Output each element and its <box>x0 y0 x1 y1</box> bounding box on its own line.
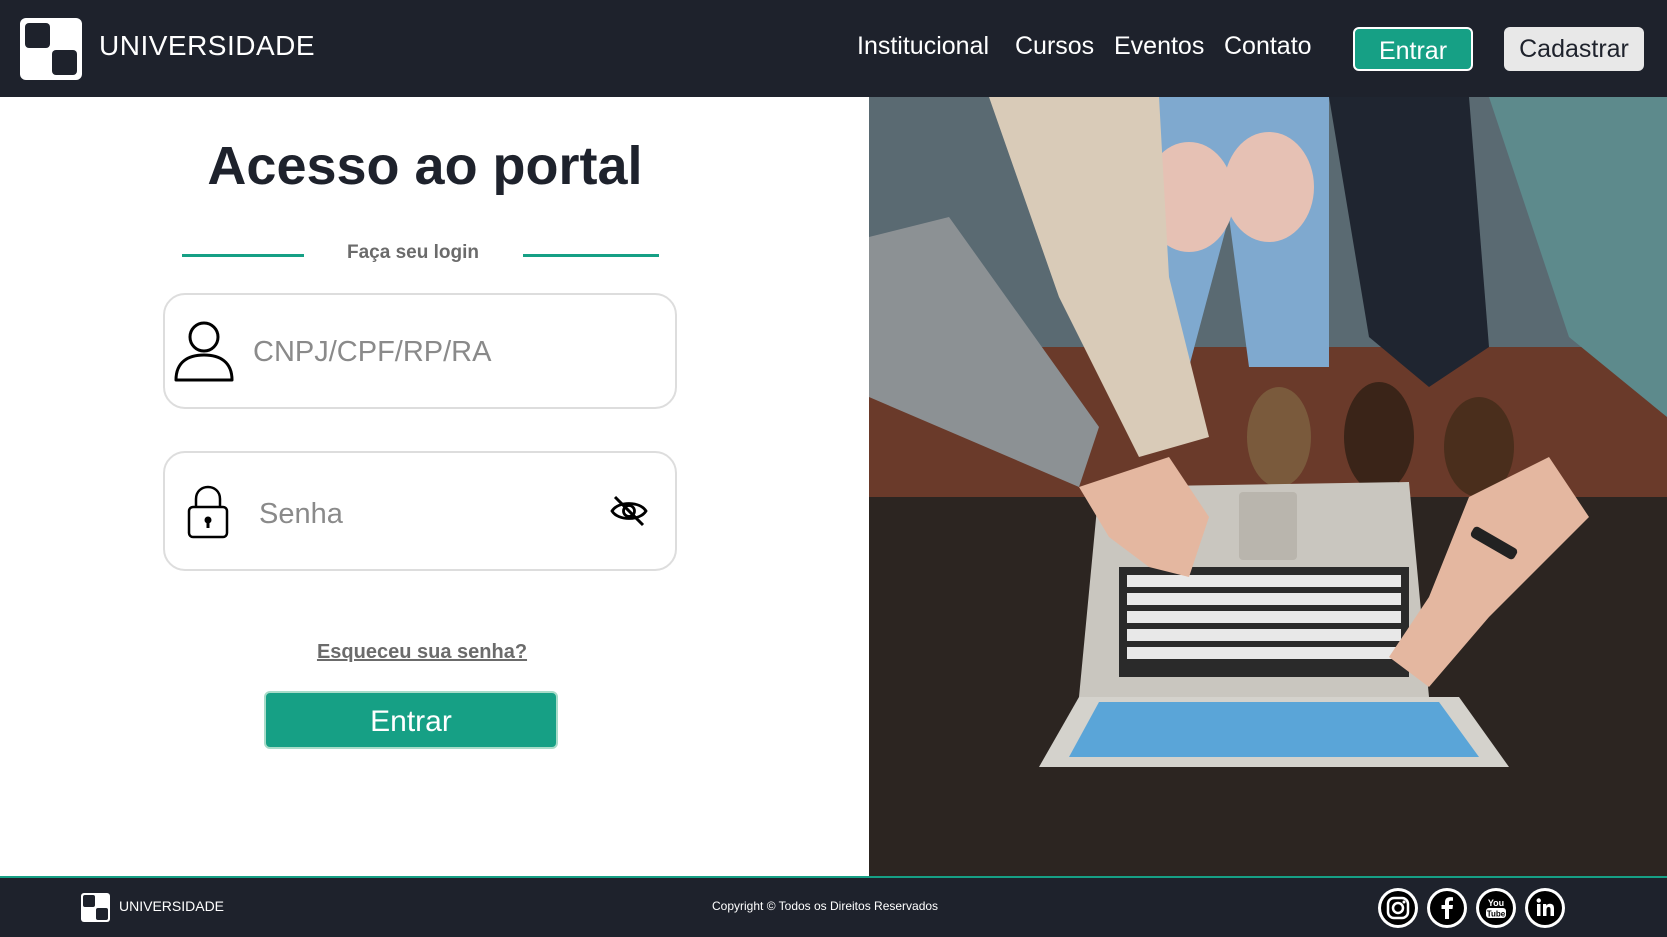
footer-brand: UNIVERSIDADE <box>119 898 225 914</box>
eye-slash-icon[interactable] <box>609 491 649 536</box>
nav-contato[interactable]: Contato <box>1224 32 1312 61</box>
page-title: Acesso ao portal <box>207 136 643 196</box>
forgot-password-link[interactable]: Esqueceu sua senha? <box>300 641 544 664</box>
university-logo[interactable] <box>20 18 82 80</box>
password-input[interactable] <box>257 491 561 537</box>
site-brand[interactable]: UNIVERSIDADE <box>99 30 315 62</box>
linkedin-icon[interactable] <box>1525 888 1565 928</box>
subtitle-divider-left <box>182 254 304 257</box>
user-input[interactable] <box>251 329 655 375</box>
signup-button[interactable]: Cadastrar <box>1504 27 1644 71</box>
login-subtitle: Faça seu login <box>347 242 479 263</box>
user-field[interactable] <box>163 293 677 409</box>
instagram-icon[interactable] <box>1378 888 1418 928</box>
lock-icon <box>187 485 229 544</box>
nav-institucional[interactable]: Institucional <box>857 32 989 61</box>
password-field[interactable] <box>163 451 677 571</box>
footer-logo[interactable] <box>81 893 110 922</box>
login-submit-button[interactable]: Entrar <box>264 691 558 749</box>
youtube-icon[interactable]: You Tube <box>1476 888 1516 928</box>
copyright-text: Copyright © Todos os Direitos Reservados <box>712 899 939 913</box>
user-icon <box>173 319 235 388</box>
subtitle-divider-right <box>523 254 659 257</box>
svg-text:Tube: Tube <box>1487 910 1506 919</box>
svg-text:You: You <box>1488 898 1504 908</box>
site-header: UNIVERSIDADE Institucional Cursos Evento… <box>0 0 1667 97</box>
nav-cursos[interactable]: Cursos <box>1015 32 1094 61</box>
header-login-button[interactable]: Entrar <box>1353 27 1473 71</box>
facebook-icon[interactable] <box>1427 888 1467 928</box>
nav-eventos[interactable]: Eventos <box>1114 32 1204 61</box>
hero-photo <box>869 97 1667 876</box>
login-panel: Acesso ao portal Faça seu login CNPJ/CPF… <box>0 97 869 876</box>
site-footer: UNIVERSIDADE Copyright © Todos os Direit… <box>0 876 1667 937</box>
